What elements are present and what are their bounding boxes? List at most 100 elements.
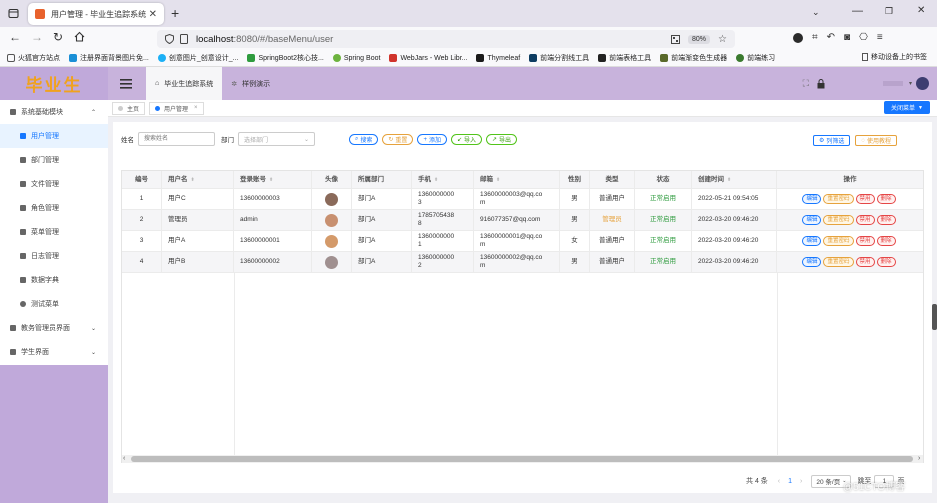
mobile-bookmarks[interactable]: 移动设备上的书签: [862, 52, 927, 62]
reset-button[interactable]: ↻ 重置: [382, 134, 414, 145]
export-button[interactable]: ↗ 导出: [486, 134, 518, 145]
bookmark-item[interactable]: Spring Boot: [332, 54, 380, 62]
extensions-puzzle-icon[interactable]: ⎔: [859, 32, 868, 43]
edit-button[interactable]: 编辑: [802, 215, 822, 225]
tab-list-chevron-icon[interactable]: ⌄: [812, 7, 820, 18]
close-tag-icon[interactable]: ×: [194, 105, 198, 111]
bookmark-item[interactable]: 创意图片_创意设计_...: [157, 53, 238, 63]
column-filter-button[interactable]: ⚙ 列筛选: [813, 135, 851, 146]
zoom-level[interactable]: 80%: [688, 34, 711, 44]
sidebar-item-user[interactable]: 用户管理: [0, 124, 108, 148]
bookmark-item[interactable]: 前端练习: [736, 53, 775, 63]
bookmark-item[interactable]: WebJars - Web Libr...: [389, 54, 467, 62]
sidebar-item-dept[interactable]: 部门管理: [0, 148, 108, 172]
extension-icon[interactable]: [793, 32, 803, 43]
scroll-left-icon[interactable]: ‹: [123, 455, 125, 462]
tag-user-management[interactable]: 用户管理 ×: [149, 101, 204, 115]
avatar[interactable]: [325, 192, 338, 206]
chevron-down-icon[interactable]: ▾: [909, 80, 912, 87]
tab-overview-icon[interactable]: [8, 8, 19, 19]
home-icon[interactable]: [74, 31, 85, 42]
page-info-icon[interactable]: [180, 34, 188, 44]
browser-tab[interactable]: 用户管理 - 毕业生追踪系统 ✕: [28, 3, 164, 25]
tutorial-button[interactable]: ◌ 使用教程: [855, 135, 897, 146]
reset-password-button[interactable]: 重置密码: [823, 194, 854, 204]
sidebar-group-system[interactable]: 系统基础模块 ⌃: [0, 100, 108, 124]
sidebar-item-test[interactable]: 测试菜单: [0, 292, 108, 316]
header-tab-demo[interactable]: ✲ 样例演示: [222, 67, 279, 100]
gamepad-icon[interactable]: ◙: [844, 32, 850, 43]
avatar[interactable]: [325, 213, 338, 227]
bookmark-item[interactable]: Thymeleaf: [476, 54, 520, 62]
delete-button[interactable]: 删除: [876, 257, 896, 267]
delete-button[interactable]: 删除: [876, 215, 896, 225]
scroll-right-icon[interactable]: ›: [918, 455, 920, 462]
delete-button[interactable]: 删除: [876, 194, 896, 204]
add-button[interactable]: + 添加: [417, 134, 447, 145]
bookmark-star-icon[interactable]: ☆: [718, 34, 727, 45]
avatar[interactable]: [325, 255, 338, 269]
dept-select[interactable]: 选择部门 ⌄: [238, 132, 315, 146]
col-header[interactable]: 登录账号 ⬍: [234, 171, 312, 188]
bookmark-item[interactable]: 前端表格工具: [598, 53, 651, 63]
address-bar[interactable]: localhost :8080/#/baseMenu/user 80% ☆: [157, 30, 735, 48]
name-search-input[interactable]: [138, 132, 215, 146]
sidebar-group-academic[interactable]: 教务管理员界面 ⌄: [0, 316, 108, 340]
reset-password-button[interactable]: 重置密码: [823, 215, 854, 225]
sort-icon[interactable]: ⬍: [434, 176, 438, 184]
col-header[interactable]: 邮箱 ⬍: [474, 171, 560, 188]
sidebar-item-file[interactable]: 文件管理: [0, 172, 108, 196]
fullscreen-icon[interactable]: ⛶: [803, 78, 809, 89]
edit-button[interactable]: 编辑: [802, 194, 822, 204]
scrollbar-thumb[interactable]: [131, 456, 913, 462]
import-button[interactable]: ↙ 导入: [450, 134, 483, 145]
col-header[interactable]: 手机 ⬍: [412, 171, 474, 188]
page-scroll-indicator[interactable]: [932, 304, 937, 330]
bookmark-item[interactable]: 注册界面背景图片免...: [69, 53, 149, 63]
disable-button[interactable]: 禁用: [855, 236, 875, 246]
new-tab-icon[interactable]: +: [171, 5, 179, 21]
sort-icon[interactable]: ⬍: [727, 176, 731, 184]
sidebar-group-student[interactable]: 学生界面 ⌄: [0, 340, 108, 364]
header-tab-system[interactable]: ⌂ 毕业生追踪系统: [146, 67, 223, 100]
edit-button[interactable]: 编辑: [802, 236, 822, 246]
col-header[interactable]: 用户名 ⬍: [162, 171, 234, 188]
lock-icon[interactable]: [817, 78, 825, 89]
hamburger-icon[interactable]: [120, 78, 132, 89]
col-header[interactable]: 创建时间 ⬍: [692, 171, 777, 188]
reset-password-button[interactable]: 重置密码: [823, 236, 854, 246]
pager-current-page[interactable]: 1: [788, 478, 792, 485]
avatar[interactable]: [325, 234, 338, 248]
bookmark-item[interactable]: 前端渐变色生成器: [660, 53, 727, 63]
next-page-icon[interactable]: ›: [800, 478, 802, 485]
sidebar-item-dict[interactable]: 数据字典: [0, 268, 108, 292]
sort-icon[interactable]: ⬍: [496, 176, 500, 184]
close-menu-button[interactable]: 关闭菜单 ▼: [884, 101, 930, 114]
delete-button[interactable]: 删除: [876, 236, 896, 246]
shield-icon[interactable]: [165, 34, 174, 44]
sort-icon[interactable]: ⬍: [191, 176, 195, 184]
sidebar-item-role[interactable]: 角色管理: [0, 196, 108, 220]
disable-button[interactable]: 禁用: [855, 215, 875, 225]
bookmark-item[interactable]: 火狐官方站点: [7, 53, 60, 63]
close-tab-icon[interactable]: ✕: [149, 9, 157, 20]
crop-icon[interactable]: ⌗: [812, 32, 818, 43]
back-icon[interactable]: ←: [9, 30, 21, 44]
edit-button[interactable]: 编辑: [802, 257, 822, 267]
prev-page-icon[interactable]: ‹: [778, 478, 780, 485]
sort-icon[interactable]: ⬍: [269, 176, 273, 184]
reset-password-button[interactable]: 重置密码: [823, 257, 854, 267]
bookmark-item[interactable]: SpringBoot2核心技...: [247, 53, 324, 63]
forward-icon[interactable]: →: [31, 30, 43, 44]
qr-code-icon[interactable]: [671, 34, 681, 44]
sidebar-item-menu[interactable]: 菜单管理: [0, 220, 108, 244]
undo-icon[interactable]: ↶: [827, 32, 835, 43]
minimize-icon[interactable]: —: [852, 5, 863, 17]
disable-button[interactable]: 禁用: [855, 257, 875, 267]
reload-icon[interactable]: ↻: [53, 30, 63, 44]
sidebar-item-log[interactable]: 日志管理: [0, 244, 108, 268]
user-avatar[interactable]: [916, 77, 929, 90]
close-window-icon[interactable]: ✕: [917, 5, 925, 16]
menu-icon[interactable]: ≡: [877, 32, 883, 43]
disable-button[interactable]: 禁用: [855, 194, 875, 204]
